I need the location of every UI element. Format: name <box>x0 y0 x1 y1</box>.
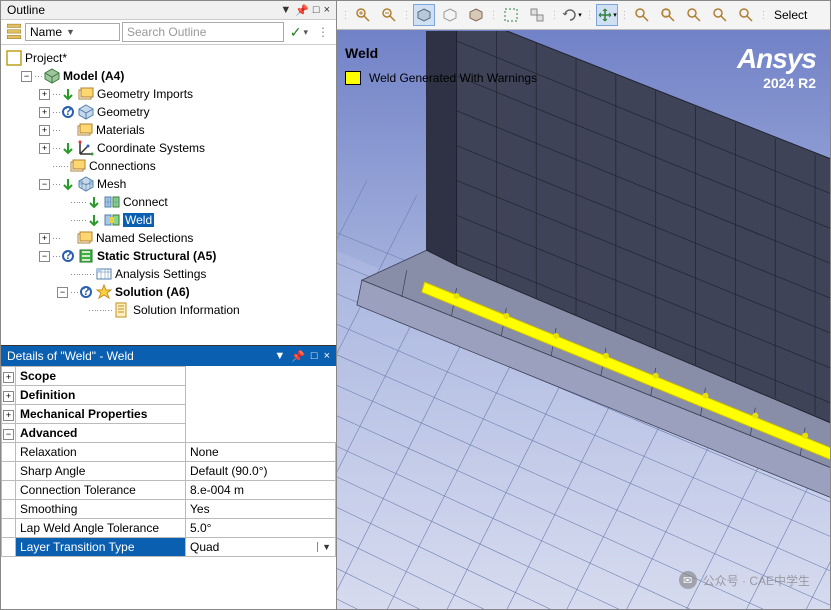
zoom-prev-icon[interactable] <box>683 4 705 26</box>
zoom-window-icon[interactable] <box>657 4 679 26</box>
svg-text:?: ? <box>64 105 71 118</box>
section-scope[interactable]: +Scope <box>2 367 336 386</box>
filter-options-icon[interactable]: ⋮ <box>314 23 332 41</box>
outline-dropdown-icon[interactable]: ▼ <box>280 4 291 16</box>
prop-sharp-angle[interactable]: Sharp AngleDefault (90.0°) <box>2 462 336 481</box>
zoom-in-icon[interactable] <box>352 4 374 26</box>
dropdown-button[interactable]: ▼ <box>317 542 331 552</box>
apply-filter-button[interactable]: ✓▾ <box>286 24 312 41</box>
section-mech-props[interactable]: +Mechanical Properties <box>2 405 336 424</box>
tree-connections[interactable]: ⋯⋯ Connections <box>3 157 334 175</box>
zoom-ext-icon[interactable] <box>709 4 731 26</box>
svg-text:?: ? <box>64 249 71 262</box>
search-input[interactable]: Search Outline <box>122 22 284 42</box>
weld-title: Weld <box>345 45 537 61</box>
tree-weld[interactable]: ⋯⋯ Weld <box>3 211 334 229</box>
watermark: ✉ 公众号 · CAE中学生 <box>679 571 810 589</box>
details-dropdown-icon[interactable]: ▼ <box>274 350 285 362</box>
filter-icon[interactable] <box>5 23 23 41</box>
mesh-viewport[interactable] <box>337 31 830 609</box>
outline-title-bar: Outline ▼ 📌 □ × <box>1 1 336 20</box>
prop-smoothing[interactable]: SmoothingYes <box>2 500 336 519</box>
svg-text:?: ? <box>82 285 89 298</box>
details-title: Details of "Weld" - Weld <box>7 349 134 363</box>
chevron-down-icon: ▼ <box>66 27 75 37</box>
tree-connect[interactable]: ⋯⋯ Connect <box>3 193 334 211</box>
tree-model[interactable]: −⋯ Model (A4) <box>3 67 334 85</box>
details-title-bar: Details of "Weld" - Weld ▼ 📌 □ × <box>1 346 336 366</box>
tree-analysis-settings[interactable]: ⋯⋯⋯ Analysis Settings <box>3 265 334 283</box>
tree-mesh[interactable]: −⋯ Mesh <box>3 175 334 193</box>
rotate-icon[interactable]: ▾ <box>561 4 583 26</box>
weld-legend-text: Weld Generated With Warnings <box>369 71 537 85</box>
tree-geometry[interactable]: +⋯ ? Geometry <box>3 103 334 121</box>
prop-conn-tol[interactable]: Connection Tolerance8.e-004 m <box>2 481 336 500</box>
details-maximize-icon[interactable]: □ <box>311 350 318 362</box>
prop-layer-trans[interactable]: Layer Transition TypeQuad▼ <box>2 538 336 557</box>
zoom-out-icon[interactable] <box>378 4 400 26</box>
outline-close-icon[interactable]: × <box>324 4 330 16</box>
outline-maximize-icon[interactable]: □ <box>313 4 320 16</box>
zoom-fit-icon[interactable] <box>631 4 653 26</box>
rect-select-icon[interactable] <box>500 4 522 26</box>
expander-icon[interactable]: − <box>21 71 32 82</box>
outline-pin-icon[interactable]: 📌 <box>295 4 309 17</box>
graphics-toolbar: ⋮ ⋮ ⋮ ⋮ ▾ ⋮ ▾ ⋮ ⋮ Select <box>337 1 830 30</box>
filter-type-dropdown[interactable]: Name ▼ <box>25 23 120 41</box>
tree-geometry-imports[interactable]: +⋯ Geometry Imports <box>3 85 334 103</box>
tree-coord-systems[interactable]: +⋯ Coordinate Systems <box>3 139 334 157</box>
tree-solution[interactable]: −⋯ ? Solution (A6) <box>3 283 334 301</box>
tree-solution-info[interactable]: ⋯⋯⋯ Solution Information <box>3 301 334 319</box>
box-wire-icon[interactable] <box>439 4 461 26</box>
property-table: +Scope +Definition +Mechanical Propertie… <box>1 366 336 557</box>
section-advanced[interactable]: −Advanced <box>2 424 336 443</box>
model-tree: Project* −⋯ Model (A4) +⋯ Geometry Impor… <box>1 45 336 345</box>
pan-icon[interactable]: ▾ <box>596 4 618 26</box>
section-definition[interactable]: +Definition <box>2 386 336 405</box>
box-select-icon[interactable] <box>413 4 435 26</box>
wechat-icon: ✉ <box>679 571 697 589</box>
iso-view-icon[interactable] <box>526 4 548 26</box>
prop-relaxation[interactable]: RelaxationNone <box>2 443 336 462</box>
ansys-logo: Ansys 2024 R2 <box>737 43 816 91</box>
details-close-icon[interactable]: × <box>324 350 330 362</box>
tree-named-selections[interactable]: +⋯ Named Selections <box>3 229 334 247</box>
details-pin-icon[interactable]: 📌 <box>291 350 305 363</box>
zoom-all-icon[interactable] <box>735 4 757 26</box>
tree-static-structural[interactable]: −⋯ ? Static Structural (A5) <box>3 247 334 265</box>
cube-icon[interactable] <box>465 4 487 26</box>
tree-project[interactable]: Project* <box>3 49 334 67</box>
select-mode-label[interactable]: Select <box>774 8 807 22</box>
filter-type-label: Name <box>30 25 62 39</box>
weld-legend-panel: Weld Weld Generated With Warnings <box>345 45 537 85</box>
tree-materials[interactable]: +⋯ Materials <box>3 121 334 139</box>
outline-title: Outline <box>7 3 45 17</box>
weld-warning-swatch <box>345 71 361 85</box>
prop-lap-tol[interactable]: Lap Weld Angle Tolerance5.0° <box>2 519 336 538</box>
